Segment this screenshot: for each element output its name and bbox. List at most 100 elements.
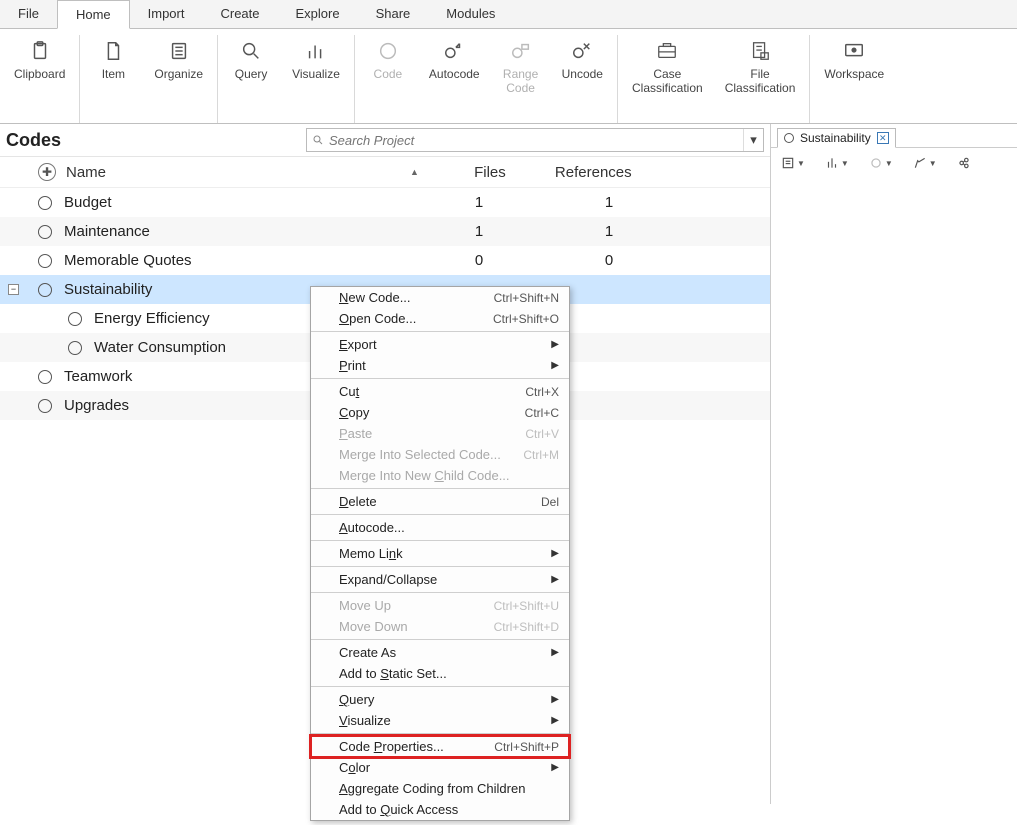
references-count: 1 (544, 194, 674, 211)
detail-tool-5[interactable] (957, 156, 971, 170)
files-count: 1 (414, 223, 544, 240)
workspace-button[interactable]: Workspace (816, 35, 892, 85)
search-project-input[interactable]: ▾ (306, 128, 764, 152)
menu-item-label: Autocode... (339, 520, 559, 535)
submenu-arrow-icon: ▶ (551, 715, 559, 726)
code-name: Memorable Quotes (64, 252, 414, 269)
close-tab-icon[interactable]: ✕ (877, 132, 889, 144)
code-node-icon (38, 399, 52, 413)
detail-tool-1[interactable]: ▼ (781, 156, 805, 170)
menu-item[interactable]: Autocode... (311, 517, 569, 538)
menu-tab-explore[interactable]: Explore (278, 0, 358, 28)
menu-item-label: Export (339, 337, 551, 352)
menu-item[interactable]: Color▶ (311, 757, 569, 778)
clipboard-button[interactable]: Clipboard (6, 35, 73, 85)
menu-item-label: Copy (339, 405, 525, 420)
menu-item[interactable]: Visualize▶ (311, 710, 569, 731)
menu-item: Merge Into New Child Code... (311, 465, 569, 486)
menu-item[interactable]: CutCtrl+X (311, 381, 569, 402)
menu-item-label: Delete (339, 494, 541, 509)
menu-item-label: Cut (339, 384, 525, 399)
menu-item[interactable]: Open Code...Ctrl+Shift+O (311, 308, 569, 329)
submenu-arrow-icon: ▶ (551, 548, 559, 559)
code-row[interactable]: Maintenance11 (0, 217, 770, 246)
menu-item-shortcut: Ctrl+Shift+N (494, 291, 559, 305)
menu-tab-home[interactable]: Home (57, 0, 130, 29)
menu-item-shortcut: Ctrl+X (525, 385, 559, 399)
menu-item-shortcut: Ctrl+Shift+D (494, 620, 559, 634)
menu-tab-share[interactable]: Share (358, 0, 429, 28)
column-name[interactable]: Name (66, 164, 416, 181)
menu-item-label: Add to Static Set... (339, 666, 559, 681)
autocode-button[interactable]: Autocode (421, 35, 488, 99)
menu-item-label: Open Code... (339, 311, 493, 326)
collapse-icon[interactable]: − (8, 284, 19, 295)
menu-item[interactable]: Expand/Collapse▶ (311, 569, 569, 590)
submenu-arrow-icon: ▶ (551, 762, 559, 773)
menu-tab-import[interactable]: Import (130, 0, 203, 28)
code-row[interactable]: Memorable Quotes00 (0, 246, 770, 275)
column-header-row: ✚ Name ▲ Files References (0, 157, 770, 188)
code-node-icon (68, 341, 82, 355)
case-classification-button[interactable]: Case Classification (624, 35, 711, 99)
references-count: 1 (544, 223, 674, 240)
menu-item-label: New Code... (339, 290, 494, 305)
menu-item-label: Merge Into Selected Code... (339, 447, 523, 462)
detail-tab-label: Sustainability (800, 131, 871, 145)
code-row[interactable]: Budget11 (0, 188, 770, 217)
column-references[interactable]: References (555, 164, 685, 181)
search-dropdown-icon[interactable]: ▾ (743, 129, 763, 151)
menu-tab-modules[interactable]: Modules (428, 0, 513, 28)
references-count: 0 (544, 252, 674, 269)
menu-tab-file[interactable]: File (0, 0, 57, 28)
detail-tool-4[interactable]: ▼ (913, 156, 937, 170)
submenu-arrow-icon: ▶ (551, 339, 559, 350)
detail-tab-sustainability[interactable]: Sustainability ✕ (777, 128, 896, 148)
item-button[interactable]: Item (86, 35, 140, 85)
menu-item[interactable]: CopyCtrl+C (311, 402, 569, 423)
detail-tabbar: Sustainability ✕ (771, 124, 1017, 148)
menu-item[interactable]: Code Properties...Ctrl+Shift+P (311, 736, 569, 757)
detail-tool-3[interactable]: ▼ (869, 156, 893, 170)
visualize-button[interactable]: Visualize (284, 35, 348, 85)
menu-item: PasteCtrl+V (311, 423, 569, 444)
codes-panel: Codes ▾ ✚ Name ▲ Files References Budget… (0, 124, 771, 804)
menu-item[interactable]: Aggregate Coding from Children (311, 778, 569, 799)
menu-tab-create[interactable]: Create (202, 0, 277, 28)
query-button[interactable]: Query (224, 35, 278, 85)
menu-item-label: Visualize (339, 713, 551, 728)
autocode-icon (442, 39, 466, 63)
range-icon (509, 39, 533, 63)
add-code-icon[interactable]: ✚ (38, 163, 56, 181)
menu-item: Merge Into Selected Code...Ctrl+M (311, 444, 569, 465)
detail-tool-2[interactable]: ▼ (825, 156, 849, 170)
menu-item[interactable]: Add to Static Set... (311, 663, 569, 684)
column-files[interactable]: Files (425, 164, 555, 181)
menu-item[interactable]: DeleteDel (311, 491, 569, 512)
file-classification-button[interactable]: File Classification (717, 35, 804, 99)
sort-asc-icon: ▲ (410, 167, 419, 177)
menu-item[interactable]: New Code...Ctrl+Shift+N (311, 287, 569, 308)
menu-bar: FileHomeImportCreateExploreShareModules (0, 0, 1017, 29)
menu-item[interactable]: Memo Link▶ (311, 543, 569, 564)
panel-title: Codes (6, 130, 306, 151)
menu-item-shortcut: Ctrl+V (525, 427, 559, 441)
uncode-button[interactable]: Uncode (554, 35, 611, 99)
menu-item[interactable]: Export▶ (311, 334, 569, 355)
file-classification-icon (748, 39, 772, 63)
menu-item[interactable]: Add to Quick Access (311, 799, 569, 820)
menu-item-shortcut: Ctrl+C (525, 406, 559, 420)
search-field[interactable] (329, 133, 743, 148)
code-node-icon (38, 254, 52, 268)
chart-icon (304, 39, 328, 63)
search-icon (239, 39, 263, 63)
menu-item-label: Expand/Collapse (339, 572, 551, 587)
menu-item[interactable]: Create As▶ (311, 642, 569, 663)
menu-item[interactable]: Query▶ (311, 689, 569, 710)
organize-button[interactable]: Organize (146, 35, 211, 85)
case-classification-icon (655, 39, 679, 63)
context-menu: New Code...Ctrl+Shift+NOpen Code...Ctrl+… (310, 286, 570, 821)
circle-icon (376, 39, 400, 63)
submenu-arrow-icon: ▶ (551, 647, 559, 658)
menu-item[interactable]: Print▶ (311, 355, 569, 376)
